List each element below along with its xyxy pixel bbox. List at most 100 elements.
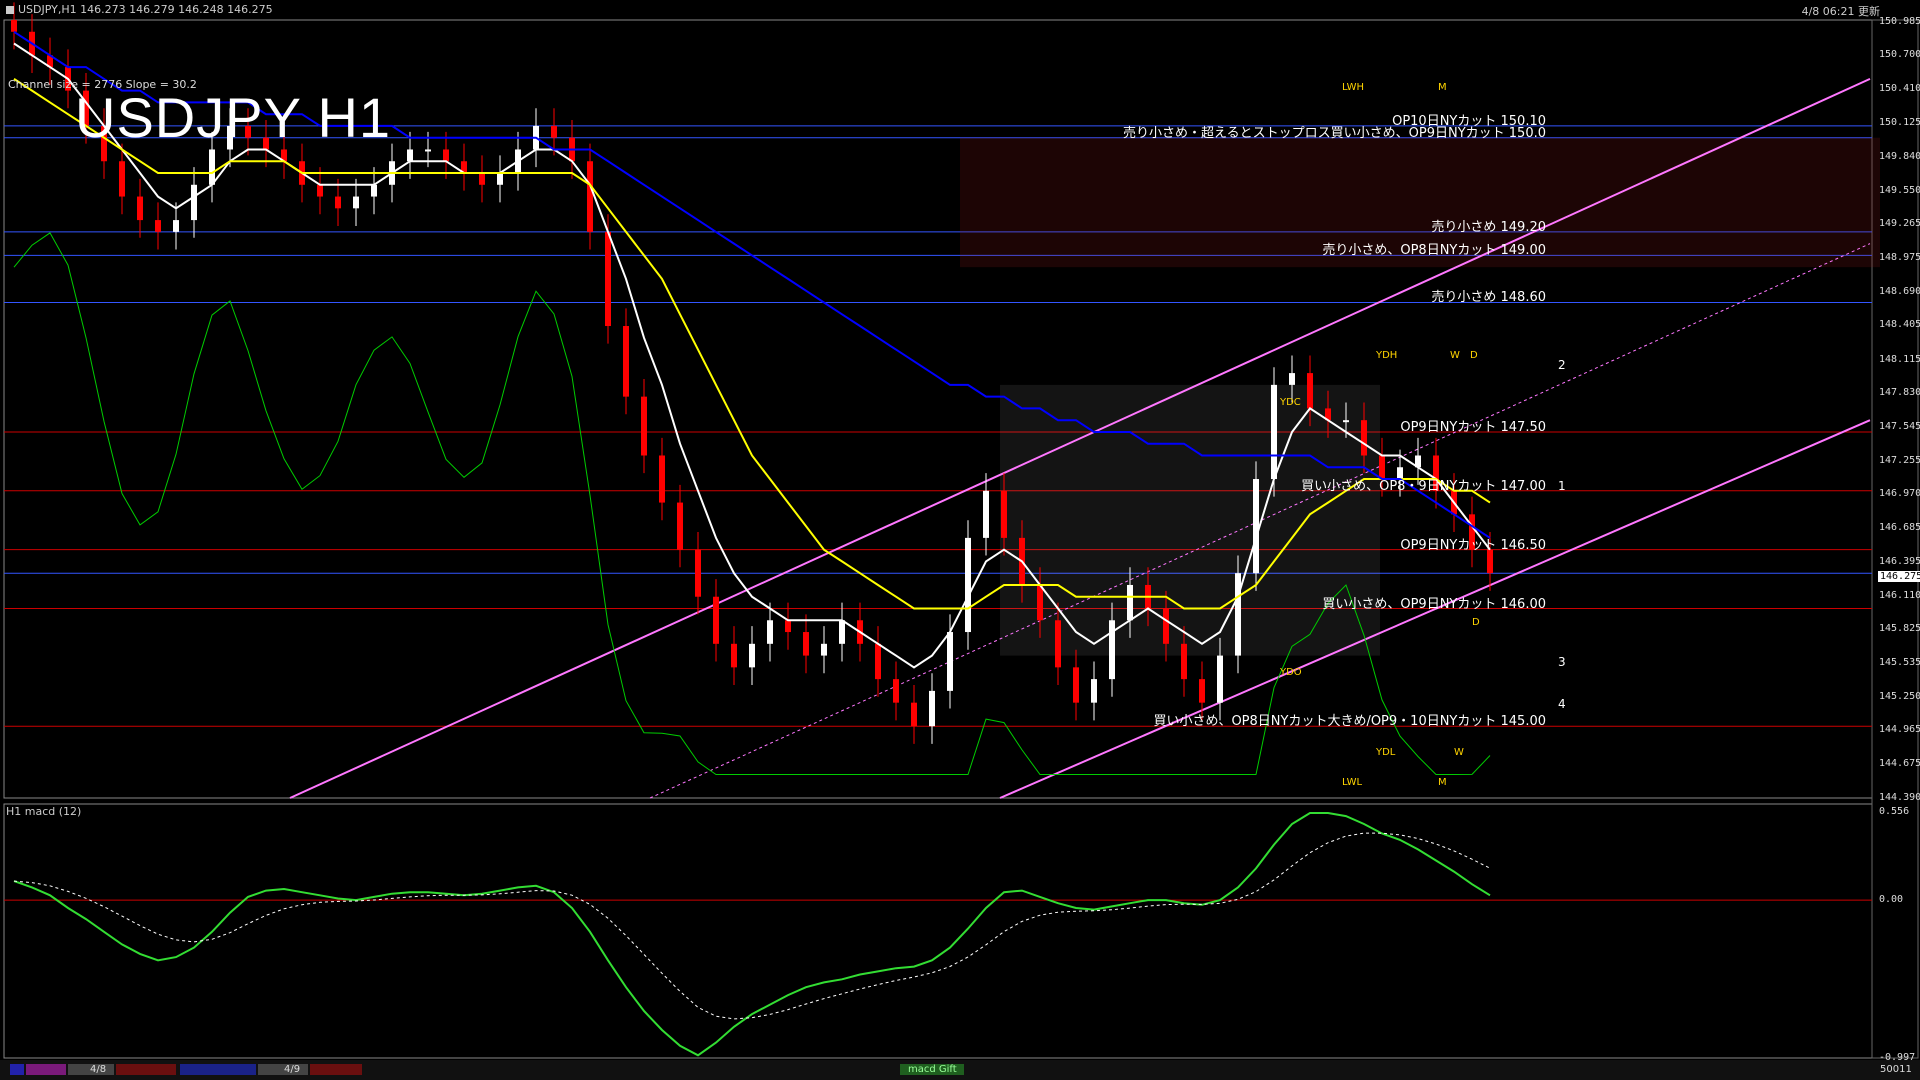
candle-body — [425, 149, 431, 152]
level-label: YDC — [1280, 397, 1301, 408]
price-tick: 144.390 — [1879, 792, 1920, 803]
price-axis: 150.985 150.700 150.410 150.125 149.840 149.5… — [1875, 16, 1920, 1063]
price-tick: 146.395 — [1879, 556, 1920, 567]
candle-body — [623, 326, 629, 397]
level-annotation: 売り小さめ・超えるとストップロス買い小さめ、OP9日NYカット 150.0 — [1123, 125, 1546, 141]
level-annotation: 買い小さめ、OP8・9日NYカット 147.00 — [1301, 478, 1546, 494]
candle-body — [641, 396, 647, 456]
level-label: M — [1438, 82, 1447, 93]
candle-body — [1271, 384, 1277, 480]
price-tick: 145.825 — [1879, 623, 1920, 635]
candle-body — [659, 455, 665, 503]
candle-body — [209, 149, 215, 185]
price-tick: 146.685 — [1879, 521, 1920, 533]
candle-body — [1109, 620, 1115, 680]
candle-body — [785, 620, 791, 633]
title-bar: USDJPY,H1 146.273 146.279 146.248 146.27… — [0, 0, 1920, 20]
price-tick: 146.970 — [1879, 488, 1920, 500]
price-tick: 149.840 — [1879, 150, 1920, 162]
candle-body — [155, 220, 161, 232]
price-tick: 146.110 — [1879, 589, 1920, 601]
candle-body — [407, 149, 413, 162]
candle-body — [911, 702, 917, 727]
cloud-area-2 — [1000, 384, 1380, 656]
channel-info: Channel size = 2776 Slope = 30.2 — [8, 78, 197, 91]
candle-body — [497, 173, 503, 185]
candle-body — [875, 643, 881, 680]
date-seg — [258, 1064, 308, 1075]
candle-body — [1199, 679, 1205, 703]
candle-body — [821, 643, 827, 656]
level-label: YDL — [1376, 747, 1396, 758]
candle-body — [173, 220, 179, 232]
date-seg — [26, 1064, 66, 1075]
date-bar: 4/8 4/9 macd Gift 50011 — [0, 1060, 1920, 1080]
price-tick: 150.985 — [1879, 15, 1920, 27]
candle-body — [1037, 584, 1043, 621]
level-label: M — [1438, 777, 1447, 788]
candle-body — [587, 161, 593, 232]
candle-body — [1217, 655, 1223, 703]
chart-icon — [6, 6, 14, 14]
candle-body — [1307, 373, 1313, 409]
candle-body — [1181, 643, 1187, 680]
candle-body — [749, 643, 755, 668]
price-tick: 148.405 — [1879, 319, 1920, 331]
candle-body — [335, 196, 341, 209]
candle-body — [11, 20, 17, 32]
price-tick: 148.690 — [1879, 285, 1920, 297]
candle-body — [605, 231, 611, 327]
candle-body — [371, 184, 377, 197]
level-label: 3 — [1558, 655, 1566, 669]
level-label: 4 — [1558, 697, 1566, 711]
level-label: W — [1454, 747, 1464, 758]
price-tick: 144.965 — [1879, 724, 1920, 736]
chart-canvas[interactable] — [0, 0, 1920, 1080]
level-label: LWH — [1342, 82, 1365, 93]
date-seg — [180, 1064, 256, 1075]
date-seg — [10, 1064, 24, 1075]
chart-big-title: USDJPY H1 — [75, 86, 392, 149]
candle-body — [1163, 608, 1169, 644]
candle-body — [443, 149, 449, 162]
macd-label: H1 macd (12) — [6, 805, 82, 818]
macd-tick: 0.556 — [1879, 806, 1910, 817]
candle-body — [803, 632, 809, 656]
price-tick: 145.250 — [1879, 690, 1920, 702]
level-label: YDH — [1376, 350, 1398, 361]
date-label-49: 4/9 — [284, 1064, 301, 1075]
candle-body — [1073, 667, 1079, 703]
level-label: D — [1470, 350, 1478, 361]
candle-body — [551, 125, 557, 138]
level-label: YDO — [1280, 667, 1302, 678]
candle-body — [1091, 679, 1097, 703]
candle-body — [965, 537, 971, 633]
level-annotation: OP9日NYカット 146.50 — [1400, 537, 1546, 553]
candle-body — [893, 679, 899, 703]
candle-body — [1289, 373, 1295, 385]
macd-tick: 0.00 — [1879, 894, 1904, 906]
date-label-48: 4/8 — [90, 1064, 107, 1075]
price-tick: 150.125 — [1879, 116, 1920, 128]
candle-body — [767, 620, 773, 644]
candle-body — [695, 549, 701, 597]
price-tick: 150.700 — [1879, 49, 1920, 61]
candle-body — [929, 690, 935, 727]
candle-body — [947, 632, 953, 691]
window-title: USDJPY,H1 146.273 146.279 146.248 146.27… — [6, 3, 273, 16]
candle-body — [119, 161, 125, 197]
candle-body — [1361, 420, 1367, 456]
price-tick: 148.975 — [1879, 252, 1920, 264]
candle-body — [1055, 620, 1061, 668]
macd-pane-frame — [3, 803, 1873, 1059]
candle-body — [479, 173, 485, 185]
candle-body — [1001, 490, 1007, 538]
bottom-right-code: 50011 — [1880, 1064, 1912, 1075]
symbol-quote: USDJPY,H1 146.273 146.279 146.248 146.27… — [18, 3, 273, 16]
candle-body — [191, 184, 197, 221]
candle-body — [1127, 584, 1133, 621]
candle-body — [1487, 549, 1493, 574]
macd-signal-line — [13, 832, 1491, 1020]
price-tick: 148.115 — [1879, 353, 1920, 365]
macd-line — [13, 812, 1491, 1057]
